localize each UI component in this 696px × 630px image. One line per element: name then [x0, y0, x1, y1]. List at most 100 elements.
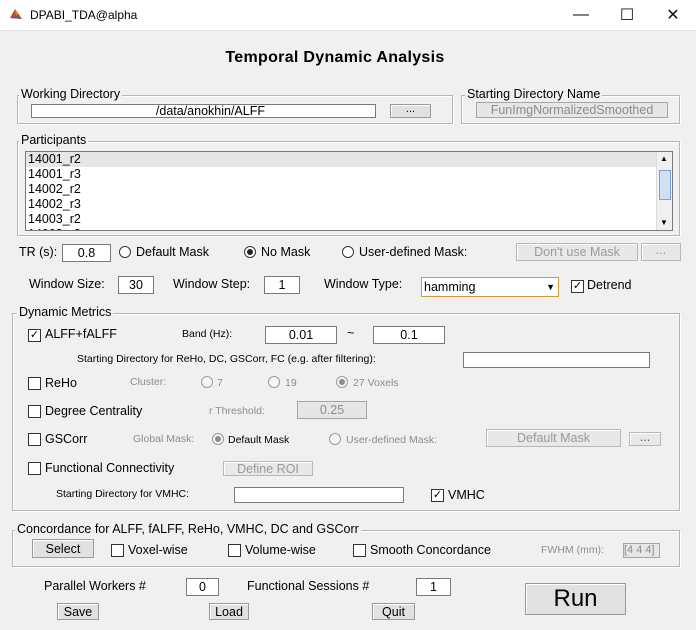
define-roi-button[interactable]: Define ROI — [223, 461, 313, 476]
no-mask-radio[interactable] — [244, 246, 256, 258]
participant-item[interactable]: 14001_r2 — [26, 152, 672, 167]
window-step-label: Window Step: — [173, 277, 251, 291]
r-threshold-input[interactable]: 0.25 — [297, 401, 367, 419]
gscorr-label: GSCorr — [45, 432, 88, 446]
mask-browse-button[interactable]: ... — [641, 243, 681, 261]
smooth-concordance-label: Smooth Concordance — [370, 543, 491, 557]
r-threshold-label: r Threshold: — [209, 405, 265, 417]
band-separator: ~ — [347, 326, 355, 340]
cluster-27-radio[interactable] — [336, 376, 348, 388]
window-type-select[interactable]: hamming ▼ — [421, 277, 559, 297]
starting-directory-input[interactable]: FunImgNormalizedSmoothed — [476, 102, 668, 118]
participant-item[interactable]: 14003_r2 — [26, 212, 672, 227]
close-button[interactable]: ✕ — [650, 0, 696, 30]
dynamic-metrics-label: Dynamic Metrics — [17, 305, 114, 319]
global-mask-browse-button[interactable]: ... — [629, 430, 661, 446]
reho-label: ReHo — [45, 376, 77, 390]
title-bar[interactable]: DPABI_TDA@alpha — ☐ ✕ — [0, 0, 696, 30]
voxel-wise-label: Voxel-wise — [128, 543, 188, 557]
page-title: Temporal Dynamic Analysis — [225, 49, 445, 66]
functional-sessions-label: Functional Sessions # — [247, 579, 370, 593]
matlab-app-icon — [10, 9, 22, 19]
save-button[interactable]: Save — [57, 603, 99, 620]
scroll-down-arrow-icon[interactable]: ▼ — [660, 218, 668, 227]
user-defined-mask-label: User-defined Mask: — [359, 245, 468, 259]
volume-wise-label: Volume-wise — [245, 543, 316, 557]
fwhm-label: FWHM (mm): — [541, 544, 604, 556]
default-mask-radio[interactable] — [119, 246, 131, 258]
functional-connectivity-checkbox[interactable] — [28, 462, 41, 475]
participant-item[interactable]: 14003_r3 — [26, 227, 672, 230]
starting-dir-metrics-label: Starting Directory for ReHo, DC, GSCorr,… — [77, 353, 376, 365]
starting-dir-metrics-input[interactable] — [463, 352, 650, 368]
volume-wise-checkbox[interactable] — [228, 544, 241, 557]
user-defined-mask-radio[interactable] — [342, 246, 354, 258]
cluster-19-radio[interactable] — [268, 376, 280, 388]
participants-scrollbar[interactable]: ▲ ▼ — [656, 152, 672, 230]
tr-input[interactable]: 0.8 — [62, 244, 111, 262]
fwhm-input[interactable]: [4 4 4] — [623, 543, 660, 558]
maximize-button[interactable]: ☐ — [604, 0, 650, 30]
alff-label: ALFF+fALFF — [45, 327, 117, 341]
alff-checkbox[interactable]: ✓ — [28, 329, 41, 342]
run-button[interactable]: Run — [525, 583, 626, 615]
scroll-up-arrow-icon[interactable]: ▲ — [660, 154, 668, 163]
participant-item[interactable]: 14001_r3 — [26, 167, 672, 182]
vmhc-checkbox[interactable]: ✓ — [431, 489, 444, 502]
default-mask-label: Default Mask — [136, 245, 209, 259]
parallel-workers-label: Parallel Workers # — [44, 579, 146, 593]
starting-directory-label: Starting Directory Name — [465, 87, 603, 101]
vmhc-label: VMHC — [448, 488, 485, 502]
degree-centrality-checkbox[interactable] — [28, 405, 41, 418]
minimize-button[interactable]: — — [558, 0, 604, 30]
global-user-mask-label: User-defined Mask: — [346, 434, 438, 446]
functional-sessions-input[interactable]: 1 — [416, 578, 451, 596]
vmhc-dir-input[interactable] — [234, 487, 404, 503]
participant-item[interactable]: 14002_r2 — [26, 182, 672, 197]
band-low-input[interactable]: 0.01 — [265, 326, 337, 344]
global-mask-label: Global Mask: — [133, 433, 195, 445]
vmhc-dir-label: Starting Directory for VMHC: — [56, 488, 190, 500]
participants-items: 14001_r2 14001_r3 14002_r2 14002_r3 14003_r2… — [26, 152, 672, 230]
global-default-mask-radio[interactable] — [212, 433, 224, 445]
cluster-7-radio[interactable] — [201, 376, 213, 388]
reho-checkbox[interactable] — [28, 377, 41, 390]
global-mask-button[interactable]: Default Mask — [486, 429, 621, 447]
window-size-label: Window Size: — [29, 277, 105, 291]
voxel-wise-checkbox[interactable] — [111, 544, 124, 557]
smooth-concordance-checkbox[interactable] — [353, 544, 366, 557]
quit-button[interactable]: Quit — [372, 603, 415, 620]
gscorr-checkbox[interactable] — [28, 433, 41, 446]
participants-label: Participants — [19, 133, 89, 147]
working-directory-label: Working Directory — [19, 87, 123, 101]
window-title: DPABI_TDA@alpha — [30, 8, 138, 22]
participants-list[interactable]: 14001_r2 14001_r3 14002_r2 14002_r3 14003_r2… — [25, 151, 673, 231]
global-user-mask-radio[interactable] — [329, 433, 341, 445]
concordance-select-button[interactable]: Select — [32, 539, 94, 558]
detrend-checkbox[interactable]: ✓ — [571, 280, 584, 293]
participant-item[interactable]: 14002_r3 — [26, 197, 672, 212]
cluster-27-label: 27 Voxels — [353, 377, 399, 389]
chevron-down-icon: ▼ — [546, 282, 555, 292]
band-high-input[interactable]: 0.1 — [373, 326, 445, 344]
working-directory-browse-button[interactable]: ... — [390, 103, 431, 118]
window-step-input[interactable]: 1 — [264, 276, 300, 294]
scroll-thumb[interactable] — [659, 170, 671, 200]
window-type-value: hamming — [424, 280, 476, 294]
window-type-label: Window Type: — [324, 277, 403, 291]
mask-select-button[interactable]: Don't use Mask — [516, 243, 638, 261]
tr-label: TR (s): — [19, 245, 58, 259]
global-default-mask-label: Default Mask — [228, 434, 290, 446]
cluster-7-label: 7 — [217, 377, 223, 389]
window-size-input[interactable]: 30 — [118, 276, 154, 294]
cluster-label: Cluster: — [130, 376, 167, 388]
cluster-19-label: 19 — [285, 377, 297, 389]
band-label: Band (Hz): — [182, 328, 233, 340]
detrend-label: Detrend — [587, 278, 632, 292]
degree-centrality-label: Degree Centrality — [45, 404, 143, 418]
parallel-workers-input[interactable]: 0 — [186, 578, 219, 596]
load-button[interactable]: Load — [209, 603, 249, 620]
concordance-label: Concordance for ALFF, fALFF, ReHo, VMHC,… — [15, 522, 361, 536]
no-mask-label: No Mask — [261, 245, 311, 259]
working-directory-input[interactable]: /data/anokhin/ALFF — [31, 104, 376, 118]
